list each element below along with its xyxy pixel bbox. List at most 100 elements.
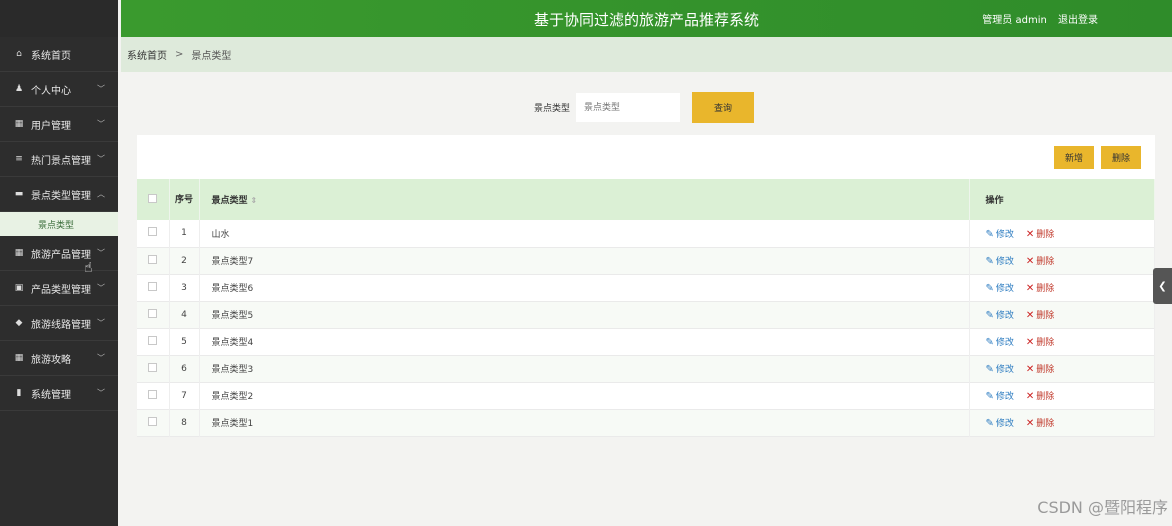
add-button[interactable]: 新增: [1054, 146, 1094, 169]
header-checkbox-cell: [137, 179, 170, 220]
batch-delete-button[interactable]: 删除: [1101, 146, 1141, 169]
delete-label: 删除: [1036, 392, 1055, 402]
edit-button[interactable]: ✎ 修改: [986, 364, 1014, 375]
row-checkbox[interactable]: [148, 416, 158, 426]
sidebar-item-label: 个人中心: [31, 85, 71, 97]
row-index: 3: [169, 274, 200, 301]
collapse-tab-chevron-icon[interactable]: ❮: [1153, 268, 1172, 304]
header-index: 序号: [169, 179, 200, 220]
delete-button[interactable]: ✕ 删除: [1025, 391, 1055, 402]
sidebar-item[interactable]: ▦ 旅游攻略 ﹀: [0, 341, 118, 376]
sort-icon[interactable]: ⇕: [251, 196, 258, 205]
close-icon: ✕: [1025, 256, 1035, 267]
delete-button[interactable]: ✕ 删除: [1026, 337, 1055, 348]
chevron-down-icon: ﹀: [97, 283, 105, 293]
data-table: 序号 景点类型 ⇕ 操作 1 山水 ✎ 修改 ✕ 删除 2 景点类型7 ✎ 修改 ✕ 删除 3 景点类型6 ✎…: [137, 179, 1155, 437]
row-actions: ✎ 修改 ✕ 删除: [969, 382, 1155, 409]
edit-button[interactable]: ✎ 修改: [985, 228, 1014, 240]
breadcrumb-current: 景点类型: [191, 51, 232, 62]
tag-icon: ▬: [14, 189, 24, 199]
edit-button[interactable]: ✎ 修改: [986, 337, 1014, 348]
home-icon: ⌂: [16, 49, 22, 59]
table-row: 5 景点类型4 ✎ 修改 ✕ 删除: [137, 328, 1155, 355]
close-icon: ✕: [1025, 310, 1035, 321]
row-type: 景点类型4: [199, 328, 970, 355]
search-input[interactable]: [576, 93, 681, 122]
delete-button[interactable]: ✕ 删除: [1025, 256, 1054, 267]
breadcrumb-separator: >: [175, 49, 184, 60]
edit-button[interactable]: ✎ 修改: [985, 391, 1014, 402]
edit-label: 修改: [995, 229, 1014, 240]
chevron-down-icon: ﹀: [97, 84, 105, 94]
row-checkbox[interactable]: [148, 308, 158, 318]
sidebar-subitem-attraction-type[interactable]: 景点类型: [0, 212, 118, 236]
delete-button[interactable]: ✕ 删除: [1025, 418, 1054, 429]
delete-button[interactable]: ✕ 删除: [1026, 283, 1055, 294]
row-checkbox-cell: [137, 301, 170, 328]
chevron-up-icon: ︿: [97, 189, 105, 199]
chevron-down-icon: ﹀: [97, 318, 105, 328]
row-checkbox[interactable]: [148, 227, 158, 237]
row-type: 景点类型7: [199, 247, 970, 274]
edit-button[interactable]: ✎ 修改: [986, 418, 1014, 429]
edit-button[interactable]: ✎ 修改: [986, 310, 1014, 321]
search-bar: 景点类型 查询: [534, 92, 755, 123]
row-checkbox[interactable]: [148, 389, 158, 399]
sidebar-item[interactable]: ≡ 热门景点管理 ﹀: [0, 142, 118, 177]
sidebar-item[interactable]: ▬ 景点类型管理 ︿: [0, 177, 118, 212]
row-checkbox[interactable]: [148, 281, 158, 291]
delete-button[interactable]: ✕ 删除: [1026, 364, 1055, 375]
grid-icon: ▦: [14, 119, 24, 129]
edit-label: 修改: [995, 257, 1014, 267]
edit-button[interactable]: ✎ 修改: [986, 283, 1014, 294]
close-icon: ✕: [1025, 418, 1035, 429]
sidebar-item[interactable]: ♟ 个人中心 ﹀: [0, 72, 118, 107]
sidebar-item[interactable]: ⌂ 系统首页: [0, 37, 118, 72]
row-actions: ✎ 修改 ✕ 删除: [969, 328, 1155, 355]
search-button[interactable]: 查询: [692, 92, 755, 123]
table-row: 4 景点类型5 ✎ 修改 ✕ 删除: [137, 301, 1155, 328]
sidebar-item[interactable]: ▣ 产品类型管理 ﹀: [0, 271, 118, 306]
sidebar-item-label: 热门景点管理: [31, 155, 91, 167]
sidebar-item[interactable]: ▦ 旅游产品管理 ﹀: [0, 236, 118, 271]
row-actions: ✎ 修改 ✕ 删除: [969, 247, 1155, 274]
row-actions: ✎ 修改 ✕ 删除: [969, 220, 1155, 247]
row-index: 2: [169, 247, 200, 274]
row-type: 景点类型2: [199, 382, 970, 409]
close-icon: ✕: [1025, 391, 1035, 402]
toolbar: 新增 删除: [1047, 146, 1141, 169]
user-area: 管理员 admin 退出登录: [982, 11, 1098, 26]
row-actions: ✎ 修改 ✕ 删除: [969, 274, 1155, 301]
sidebar-item-label: 系统管理: [31, 389, 71, 401]
header-type[interactable]: 景点类型 ⇕: [199, 179, 970, 220]
row-index: 4: [169, 301, 200, 328]
row-checkbox[interactable]: [148, 362, 158, 372]
chevron-down-icon: ﹀: [97, 353, 105, 363]
sidebar-item[interactable]: ▦ 用户管理 ﹀: [0, 107, 118, 142]
pencil-icon: ✎: [985, 228, 994, 240]
edit-label: 修改: [995, 338, 1014, 348]
row-checkbox-cell: [137, 220, 170, 247]
table-row: 6 景点类型3 ✎ 修改 ✕ 删除: [137, 355, 1155, 382]
sidebar-item-label: 用户管理: [31, 120, 71, 132]
delete-label: 删除: [1036, 284, 1055, 294]
edit-button[interactable]: ✎ 修改: [986, 256, 1014, 267]
delete-label: 删除: [1036, 338, 1055, 348]
delete-label: 删除: [1036, 365, 1055, 375]
sidebar-item[interactable]: ◆ 旅游线路管理 ﹀: [0, 306, 118, 341]
logout-link[interactable]: 退出登录: [1058, 15, 1098, 26]
row-checkbox[interactable]: [148, 335, 158, 345]
sidebar-item[interactable]: ▮ 系统管理 ﹀: [0, 376, 118, 411]
select-all-checkbox[interactable]: [148, 193, 158, 203]
delete-button[interactable]: ✕ 删除: [1025, 228, 1054, 240]
row-checkbox[interactable]: [148, 254, 158, 264]
row-type: 景点类型3: [199, 355, 970, 382]
close-icon: ✕: [1025, 228, 1035, 240]
pencil-icon: ✎: [985, 391, 994, 402]
edit-label: 修改: [995, 284, 1014, 294]
delete-button[interactable]: ✕ 删除: [1025, 310, 1054, 321]
breadcrumb-home[interactable]: 系统首页: [127, 47, 167, 62]
row-checkbox-cell: [137, 247, 170, 274]
row-checkbox-cell: [137, 274, 170, 301]
breadcrumb: 系统首页 > 景点类型: [121, 37, 1172, 72]
